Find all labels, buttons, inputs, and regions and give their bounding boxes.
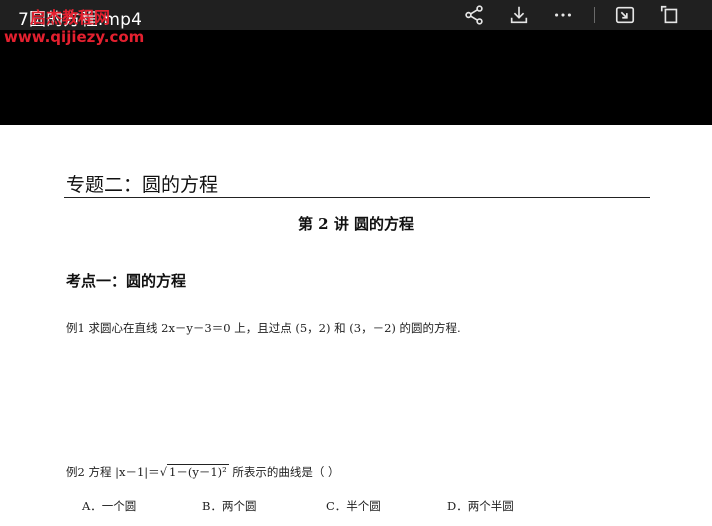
download-button[interactable] (507, 4, 531, 26)
sqrt-expression: √ 1－(y－1)² (159, 464, 229, 479)
more-button[interactable] (551, 4, 575, 26)
watermark-url: www.qijiezy.com (4, 28, 145, 46)
picture-in-picture-icon (615, 6, 635, 24)
example-1: 例1 求圆心在直线 2x－y－3＝0 上，且过点 (5，2) 和 (3，－2) … (66, 321, 461, 335)
option-d: D．两个半圆 (447, 499, 514, 513)
point-title: 考点一：圆的方程 (66, 272, 187, 290)
toolbar-divider (594, 7, 595, 23)
fullscreen-icon (660, 5, 678, 24)
lecture-title: 第 2 讲 圆的方程 (297, 215, 415, 233)
fullscreen-button[interactable] (658, 4, 682, 26)
example-2-prefix: 例2 方程 |x－1|＝ (66, 465, 160, 479)
sqrt-radicand: 1－(y－1)² (167, 464, 229, 479)
option-b: B．两个圆 (202, 499, 257, 513)
share-button[interactable] (462, 4, 486, 26)
download-icon (510, 6, 528, 24)
topic-title: 专题二：圆的方程 (66, 174, 219, 196)
title-divider (64, 197, 650, 198)
more-icon (555, 13, 571, 17)
share-icon (465, 5, 483, 25)
example-2-suffix: 所表示的曲线是（ ） (228, 465, 340, 479)
option-c: C．半个圆 (326, 499, 381, 513)
example-2: 例2 方程 |x－1|＝√ 1－(y－1)² 所表示的曲线是（ ） (66, 464, 340, 480)
video-frame-document: 专题二：圆的方程 第 2 讲 圆的方程 考点一：圆的方程 例1 求圆心在直线 2… (0, 125, 712, 526)
option-a: A．一个圆 (82, 499, 137, 513)
picture-in-picture-button[interactable] (613, 4, 637, 26)
watermark-site-name: 启杰教程网 (30, 8, 111, 27)
